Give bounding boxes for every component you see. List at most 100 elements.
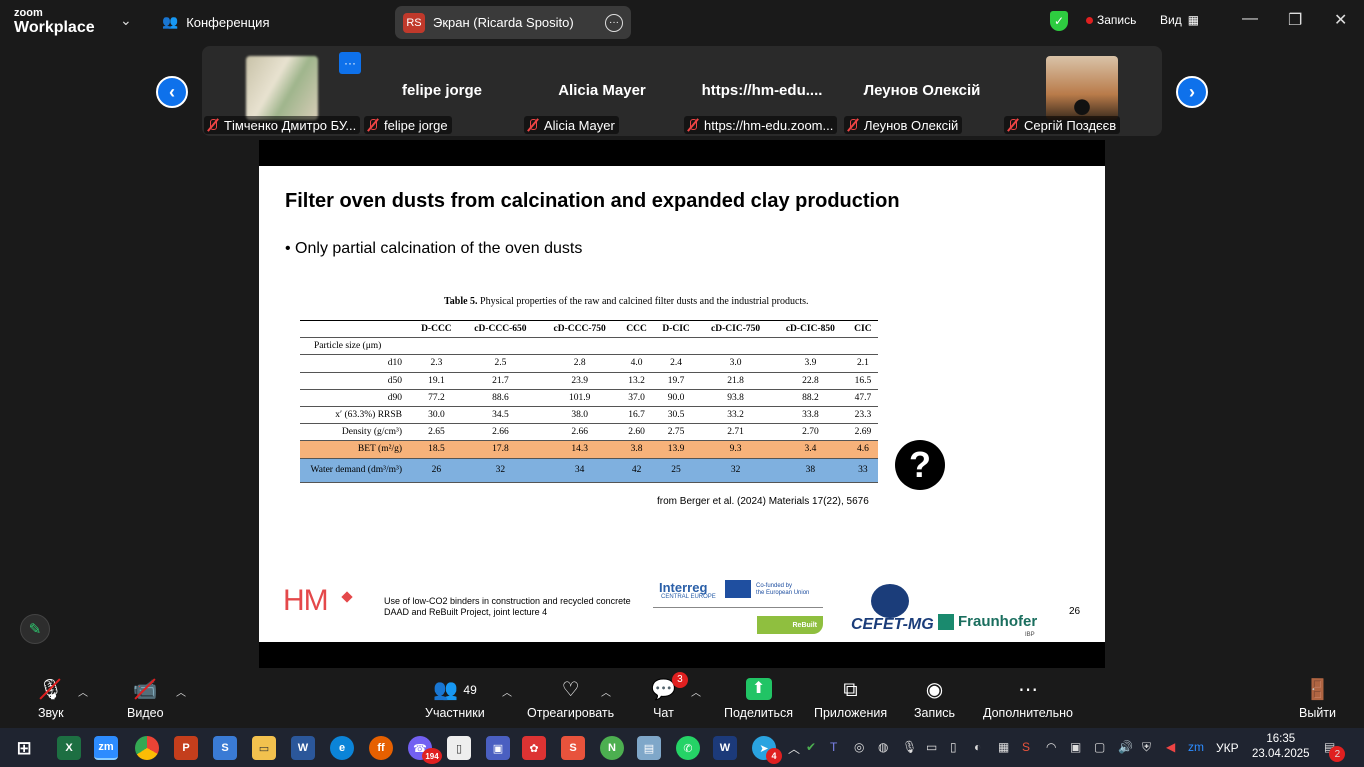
wifi-icon[interactable]: ◠ (1046, 740, 1056, 754)
chrome-icon[interactable] (135, 736, 159, 760)
view-menu[interactable]: Вид ▦ (1160, 13, 1199, 27)
table-cell: 2.8 (540, 354, 620, 373)
participant-tile[interactable]: https://hm-edu.... https://hm-edu.zoom..… (682, 50, 842, 136)
table-cell: 33 (847, 458, 878, 483)
tile-more-button[interactable]: ··· (339, 52, 361, 74)
tray-app-icon[interactable]: ◍ (878, 740, 888, 754)
shield-tray-icon[interactable]: ⛨ (1142, 740, 1151, 755)
conference-menu[interactable]: 👥 Конференция (162, 14, 269, 30)
video-options-caret[interactable]: ︿ (176, 684, 186, 699)
chat-button[interactable]: 💬 3 Чат (651, 672, 688, 720)
chevron-down-icon[interactable]: ⌄ (120, 12, 132, 29)
app-icon[interactable]: ▤ (637, 736, 661, 760)
zoom-app-icon[interactable]: zm (94, 736, 118, 760)
table-cell: 14.3 (540, 440, 620, 459)
tray-app-icon[interactable]: ▢ (1094, 740, 1105, 754)
file-explorer-icon[interactable]: ▭ (252, 736, 276, 760)
table-row: d50 19.1 21.7 23.9 13.2 19.7 21.8 22.8 16.5 (300, 372, 878, 390)
windows-start-icon[interactable]: ⊞ (12, 736, 36, 760)
table-cell: 32 (698, 458, 773, 483)
recording-indicator[interactable]: Запись (1086, 13, 1136, 27)
webex-icon[interactable]: W (713, 736, 737, 760)
table-cell: 2.65 (412, 423, 461, 442)
audio-button[interactable]: 🎙 Звук (38, 678, 64, 720)
app-icon[interactable]: ✿ (522, 736, 546, 760)
table-caption-label: Table 5. (444, 296, 478, 307)
table-cell: 90.0 (653, 389, 699, 407)
table-cell: 2.5 (460, 354, 540, 373)
properties-table: D-CCC cD-CCC-650 cD-CCC-750 CCC D-CIC cD… (300, 319, 878, 483)
maximize-icon[interactable]: ❐ (1288, 10, 1302, 30)
participants-button[interactable]: 👥 49 Участники (425, 678, 485, 720)
tray-app-icon[interactable]: ▣ (1070, 740, 1081, 754)
participants-options-caret[interactable]: ︿ (502, 684, 512, 699)
save-disk-icon[interactable]: ▣ (486, 736, 510, 760)
security-shield-icon[interactable]: ✓ (1050, 11, 1068, 31)
document-icon[interactable]: ▯ (447, 736, 471, 760)
zoom-tray-icon[interactable]: zm (1188, 740, 1204, 754)
video-button[interactable]: 📹 Видео (127, 678, 164, 720)
chat-options-caret[interactable]: ︿ (691, 684, 701, 699)
react-options-caret[interactable]: ︿ (601, 684, 611, 699)
participant-tile[interactable]: Сергій Поздєєв (1002, 50, 1162, 136)
viber-icon[interactable]: ☎ 194 (408, 736, 442, 764)
participant-name-tag: felipe jorge (364, 116, 452, 134)
table-cell: 93.8 (698, 389, 773, 407)
cefet-logo: CEFET-MG (851, 616, 934, 633)
edge-icon[interactable]: e (330, 736, 354, 760)
show-hidden-icons[interactable]: ︿ (788, 740, 800, 757)
muted-mic-icon (526, 118, 540, 132)
presenter-app-icon[interactable]: S (561, 736, 585, 760)
tray-app-icon[interactable]: ▦ (998, 740, 1009, 754)
participant-display-name: felipe jorge (401, 82, 483, 99)
word-icon[interactable]: W (291, 736, 315, 760)
table-cell: 23.9 (540, 372, 620, 390)
tray-app-icon[interactable]: ◐ (974, 740, 981, 754)
participant-tile[interactable]: Тімченко Дмитро БУ... (202, 50, 362, 136)
participant-tile[interactable]: felipe jorge felipe jorge (362, 50, 522, 136)
annotate-pencil-icon[interactable]: ✎ (20, 614, 50, 644)
apps-button[interactable]: ⧉ Приложения (814, 678, 887, 720)
notifications-icon[interactable]: ▤ 2 (1324, 740, 1346, 762)
gallery-prev-button[interactable]: ‹ (156, 76, 188, 108)
volume-icon[interactable]: 🔊 (1118, 740, 1133, 754)
screen-share-indicator[interactable]: RS Экран (Ricarda Sposito) ··· (395, 6, 631, 39)
speaker-muted-icon[interactable]: ◀ (1166, 740, 1175, 754)
table-cell: 34 (540, 458, 620, 483)
minimize-icon[interactable]: — (1242, 10, 1258, 28)
language-indicator[interactable]: УКР (1216, 741, 1239, 755)
chat-icon: 💬 3 (651, 672, 688, 702)
telegram-icon[interactable]: ➤ 4 (752, 736, 782, 764)
more-options-icon[interactable]: ··· (605, 13, 623, 32)
eu-line: the European Union (756, 590, 810, 596)
more-button[interactable]: ⋯ Дополнительно (983, 678, 1073, 720)
participant-tile[interactable]: Леунов Олексій Леунов Олексій (842, 50, 1002, 136)
chat-unread-badge: 3 (671, 672, 688, 688)
gallery-next-button[interactable]: › (1176, 76, 1208, 108)
system-clock[interactable]: 16:35 23.04.2025 (1252, 732, 1310, 762)
participants-count: 49 (463, 683, 477, 697)
tray-app-icon[interactable]: ▭ (926, 740, 937, 754)
excel-icon[interactable]: X (57, 736, 81, 760)
tray-app-icon[interactable]: S (1022, 740, 1030, 754)
clock-time: 16:35 (1266, 733, 1296, 745)
share-button[interactable]: ⬆ Поделиться (724, 678, 793, 720)
microphone-icon[interactable]: 🎙 (902, 740, 917, 754)
leave-button[interactable]: 🚪 Выйти (1299, 678, 1336, 720)
participant-tile[interactable]: Alicia Mayer Alicia Mayer (522, 50, 682, 136)
whatsapp-icon[interactable]: ✆ (676, 736, 700, 760)
sway-icon[interactable]: S (213, 736, 237, 760)
tray-app-icon[interactable]: ◎ (854, 740, 864, 754)
chrome-profile-icon[interactable]: N (600, 736, 624, 760)
close-icon[interactable]: ✕ (1334, 10, 1347, 30)
presentation-slide: Filter oven dusts from calcination and e… (259, 166, 1105, 642)
firefox-icon[interactable]: ff (369, 736, 393, 760)
tray-check-icon[interactable]: ✔ (806, 740, 816, 754)
table-cell: 17.8 (460, 440, 540, 459)
teams-icon[interactable]: T (830, 740, 837, 754)
powerpoint-icon[interactable]: P (174, 736, 198, 760)
audio-options-caret[interactable]: ︿ (78, 684, 88, 699)
battery-icon[interactable]: ▯ (950, 740, 957, 754)
record-button[interactable]: ◉ Запись (914, 678, 955, 720)
table-cell: 3.4 (772, 440, 848, 459)
